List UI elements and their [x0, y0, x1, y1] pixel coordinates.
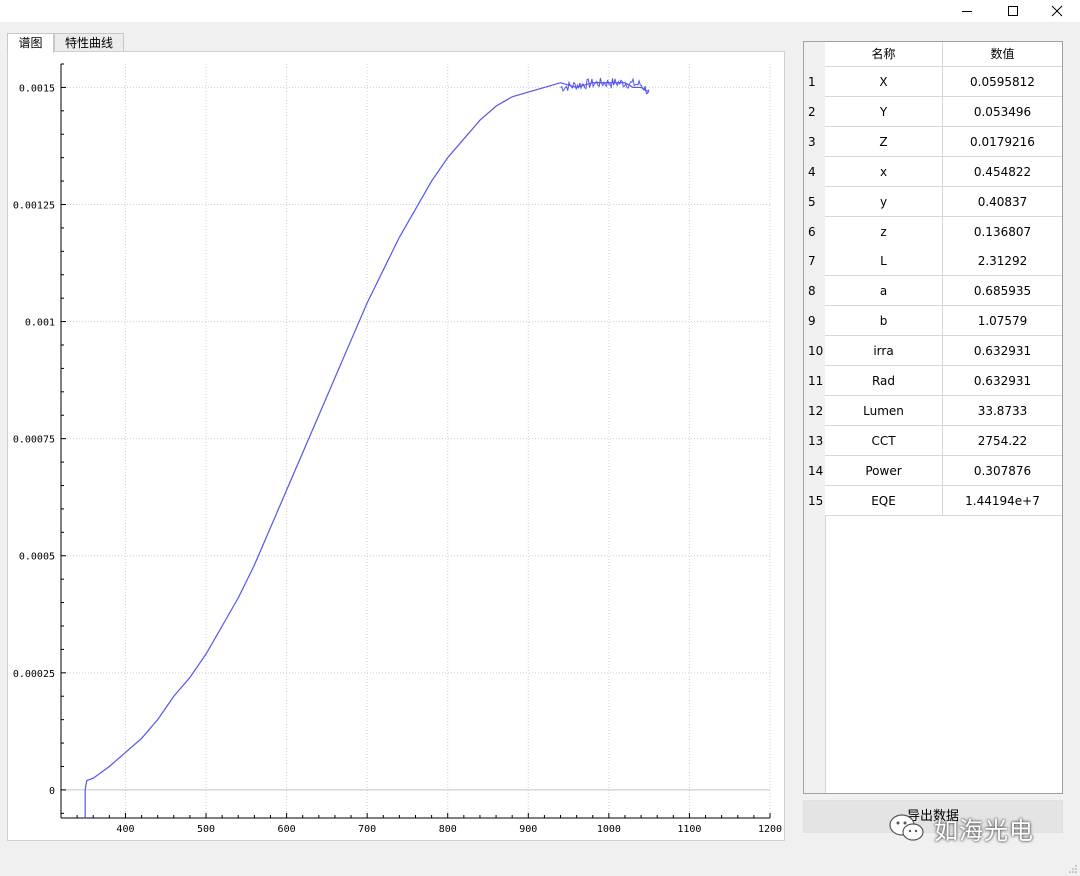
cell-name[interactable]: Power — [825, 455, 943, 486]
cell-name[interactable]: Lumen — [825, 395, 943, 426]
cell-value[interactable]: 0.053496 — [943, 96, 1062, 127]
x-tick-label: 400 — [116, 824, 134, 835]
cell-name[interactable]: Z — [825, 126, 943, 157]
cell-value[interactable]: 0.685935 — [943, 276, 1062, 307]
table-row[interactable]: 10 irra 0.632931 — [804, 336, 1062, 367]
y-tick-label: 0 — [49, 786, 55, 797]
y-tick-label: 0.00075 — [13, 435, 55, 446]
table-row[interactable]: 4 x 0.454822 — [804, 156, 1062, 187]
results-table[interactable]: 名称 数值 1 X 0.0595812 2 Y 0.053496 3 Z 0.0179216 4 x… — [803, 41, 1063, 794]
cell-value[interactable]: 0.0595812 — [943, 67, 1062, 97]
maximize-button[interactable] — [990, 0, 1036, 22]
cell-name[interactable]: x — [825, 156, 943, 187]
table-row[interactable]: 8 a 0.685935 — [804, 276, 1062, 307]
x-tick-label: 1000 — [597, 824, 621, 835]
row-number: 1 — [804, 67, 825, 97]
close-button[interactable] — [1034, 0, 1080, 22]
watermark-text: 如海光电 — [934, 816, 1034, 845]
spectrum-chart[interactable]: 400 500 600 700 800 900 1000 1100 1200 0 0.00025 0.… — [8, 52, 784, 840]
column-header-name[interactable]: 名称 — [825, 42, 943, 67]
tab-characteristic-curve[interactable]: 特性曲线 — [54, 33, 124, 52]
x-tick-label: 600 — [278, 824, 296, 835]
watermark: 如海光电 — [888, 808, 1034, 848]
x-tick-label: 500 — [197, 824, 215, 835]
cell-name[interactable]: Y — [825, 96, 943, 127]
row-number: 6 — [804, 216, 825, 247]
table-row[interactable]: 3 Z 0.0179216 — [804, 126, 1062, 157]
cell-name[interactable]: EQE — [825, 485, 943, 516]
x-tick-label: 1200 — [758, 824, 782, 835]
x-tick-label: 700 — [358, 824, 376, 835]
row-number: 9 — [804, 306, 825, 337]
title-bar — [0, 0, 1080, 22]
resize-grip-icon[interactable] — [1068, 864, 1078, 874]
table-row[interactable]: 11 Rad 0.632931 — [804, 366, 1062, 396]
y-tick-label: 0.001 — [25, 318, 55, 329]
cell-name[interactable]: z — [825, 216, 943, 247]
table-row[interactable]: 1 X 0.0595812 — [804, 67, 1062, 97]
tab-spectrum[interactable]: 谱图 — [7, 33, 54, 53]
row-number: 7 — [804, 246, 825, 277]
row-number: 11 — [804, 366, 825, 396]
y-tick-label: 0.0015 — [19, 83, 55, 94]
row-number: 13 — [804, 425, 825, 456]
cell-value[interactable]: 1.44194e+7 — [943, 485, 1062, 516]
cell-value[interactable]: 33.8733 — [943, 395, 1062, 426]
cell-value[interactable]: 0.136807 — [943, 216, 1062, 247]
cell-name[interactable]: b — [825, 306, 943, 337]
row-number: 3 — [804, 126, 825, 157]
close-icon — [1051, 5, 1063, 17]
table-row[interactable]: 6 z 0.136807 — [804, 216, 1062, 247]
row-number: 8 — [804, 276, 825, 307]
cell-name[interactable]: X — [825, 67, 943, 97]
cell-value[interactable]: 0.40837 — [943, 186, 1062, 217]
minimize-icon — [962, 11, 972, 12]
column-header-value[interactable]: 数值 — [943, 42, 1062, 67]
cell-value[interactable]: 0.632931 — [943, 366, 1062, 396]
cell-name[interactable]: L — [825, 246, 943, 277]
cell-value[interactable]: 1.07579 — [943, 306, 1062, 337]
cell-name[interactable]: CCT — [825, 425, 943, 456]
table-row[interactable]: 15 EQE 1.44194e+7 — [804, 485, 1062, 516]
cell-value[interactable]: 0.632931 — [943, 336, 1062, 367]
wechat-icon — [889, 814, 924, 841]
row-number: 2 — [804, 96, 825, 127]
row-number: 5 — [804, 186, 825, 217]
row-number: 15 — [804, 485, 825, 516]
table-row[interactable]: 5 y 0.40837 — [804, 186, 1062, 217]
cell-value[interactable]: 2754.22 — [943, 425, 1062, 456]
table-row[interactable]: 9 b 1.07579 — [804, 306, 1062, 337]
cell-name[interactable]: Rad — [825, 366, 943, 396]
y-tick-label: 0.00125 — [13, 200, 55, 211]
x-tick-label: 1100 — [677, 824, 701, 835]
spectrum-line-noise — [560, 77, 650, 95]
cell-name[interactable]: a — [825, 276, 943, 307]
row-number: 14 — [804, 455, 825, 486]
row-number: 4 — [804, 156, 825, 187]
table-row[interactable]: 2 Y 0.053496 — [804, 96, 1062, 127]
cell-name[interactable]: y — [825, 186, 943, 217]
table-row[interactable]: 12 Lumen 33.8733 — [804, 395, 1062, 426]
cell-value[interactable]: 0.0179216 — [943, 126, 1062, 157]
x-tick-label: 800 — [439, 824, 457, 835]
cell-value[interactable]: 2.31292 — [943, 246, 1062, 277]
cell-value[interactable]: 0.307876 — [943, 455, 1062, 486]
table-row[interactable]: 14 Power 0.307876 — [804, 455, 1062, 486]
y-tick-label: 0.00025 — [13, 669, 55, 680]
maximize-icon — [1008, 6, 1018, 16]
minimize-button[interactable] — [944, 0, 990, 22]
table-row[interactable]: 7 L 2.31292 — [804, 246, 1062, 277]
cell-value[interactable]: 0.454822 — [943, 156, 1062, 187]
row-number: 12 — [804, 395, 825, 426]
x-tick-label: 900 — [519, 824, 537, 835]
cell-name[interactable]: irra — [825, 336, 943, 367]
table-row[interactable]: 13 CCT 2754.22 — [804, 425, 1062, 456]
y-tick-label: 0.0005 — [19, 552, 55, 563]
row-number: 10 — [804, 336, 825, 367]
spectrum-chart-panel: 400 500 600 700 800 900 1000 1100 1200 0 0.00025 0.… — [7, 51, 785, 841]
